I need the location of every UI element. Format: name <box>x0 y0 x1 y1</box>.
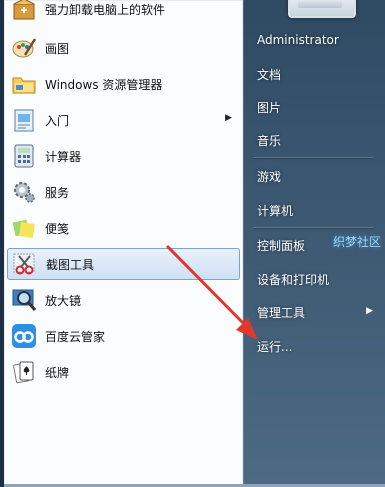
annotation-arrow-icon <box>166 245 258 340</box>
